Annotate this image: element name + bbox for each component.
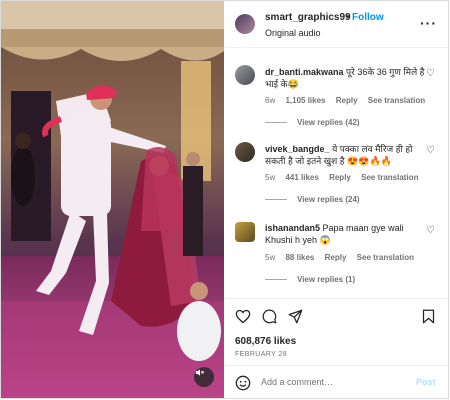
- comment-text-block: ishanandan5 Papa maan gye wali Khushi h …: [265, 222, 425, 246]
- comment-likes[interactable]: 88 likes: [285, 253, 314, 262]
- commenter-avatar[interactable]: [235, 142, 255, 162]
- speaker-muted-icon: [195, 369, 204, 376]
- see-translation-button[interactable]: See translation: [357, 253, 414, 262]
- emoji-smile-icon[interactable]: [235, 375, 251, 391]
- replies-line: [265, 122, 287, 124]
- commenter-username[interactable]: ishanandan5: [265, 223, 320, 233]
- mute-button[interactable]: [194, 367, 214, 387]
- separator-dot: •: [346, 12, 350, 23]
- replies-line: [265, 199, 287, 201]
- like-heart-icon[interactable]: [235, 309, 251, 324]
- likes-count[interactable]: 608,876 likes: [235, 336, 296, 347]
- comment-text-block: dr_banti.makwana पूरे 36के 36 गुण मिले ह…: [265, 66, 425, 90]
- more-options-icon[interactable]: ···: [420, 15, 437, 31]
- see-translation-button[interactable]: See translation: [368, 96, 425, 105]
- share-send-icon[interactable]: [288, 309, 303, 324]
- see-translation-button[interactable]: See translation: [361, 173, 418, 182]
- comment-meta: 6w 1,105 likes Reply See translation: [265, 96, 433, 105]
- comment-bubble-icon[interactable]: [262, 309, 277, 324]
- like-comment-heart-icon[interactable]: ♡: [426, 68, 435, 79]
- view-replies-button[interactable]: View replies (24): [265, 195, 360, 204]
- comment-likes[interactable]: 1,105 likes: [285, 96, 325, 105]
- comment-likes[interactable]: 441 likes: [285, 173, 318, 182]
- commenter-username[interactable]: vivek_bangde_: [265, 144, 330, 154]
- author-avatar[interactable]: [235, 14, 255, 34]
- reply-button[interactable]: Reply: [329, 173, 351, 182]
- post-video[interactable]: [1, 1, 224, 398]
- view-replies-button[interactable]: View replies (42): [265, 118, 360, 127]
- save-bookmark-icon[interactable]: [422, 309, 435, 324]
- audio-link[interactable]: Original audio: [265, 28, 321, 38]
- author-username[interactable]: smart_graphics99: [265, 12, 351, 23]
- reply-button[interactable]: Reply: [325, 253, 347, 262]
- view-replies-button[interactable]: View replies (1): [265, 275, 355, 284]
- comment-age: 5w: [265, 253, 276, 262]
- comment-meta: 5w 88 likes Reply See translation: [265, 253, 422, 262]
- like-comment-heart-icon[interactable]: ♡: [426, 225, 435, 236]
- comments-list[interactable]: dr_banti.makwana पूरे 36के 36 गुण मिले ह…: [225, 48, 448, 298]
- commenter-username[interactable]: dr_banti.makwana: [265, 67, 344, 77]
- comment-age: 6w: [265, 96, 276, 105]
- reply-button[interactable]: Reply: [336, 96, 358, 105]
- replies-line: [265, 279, 287, 281]
- like-comment-heart-icon[interactable]: ♡: [426, 145, 435, 156]
- post-side-panel: smart_graphics99 • Follow Original audio…: [225, 1, 448, 398]
- post-date[interactable]: FEBRUARY 28: [235, 351, 287, 358]
- video-frame-image: [1, 1, 224, 398]
- comment-age: 5w: [265, 173, 276, 182]
- comment-text-block: vivek_bangde_ ये पक्का लव मैरिज ही हो सक…: [265, 143, 425, 167]
- post-header: smart_graphics99 • Follow Original audio…: [225, 1, 448, 48]
- commenter-avatar[interactable]: [235, 222, 255, 242]
- follow-button[interactable]: Follow: [352, 12, 384, 23]
- commenter-avatar[interactable]: [235, 65, 255, 85]
- add-comment-row: Post: [225, 365, 448, 400]
- add-comment-input[interactable]: [261, 377, 401, 387]
- comment-meta: 5w 441 likes Reply See translation: [265, 173, 426, 182]
- post-comment-button[interactable]: Post: [416, 377, 436, 387]
- post-actions: 608,876 likes FEBRUARY 28 Post: [225, 298, 448, 399]
